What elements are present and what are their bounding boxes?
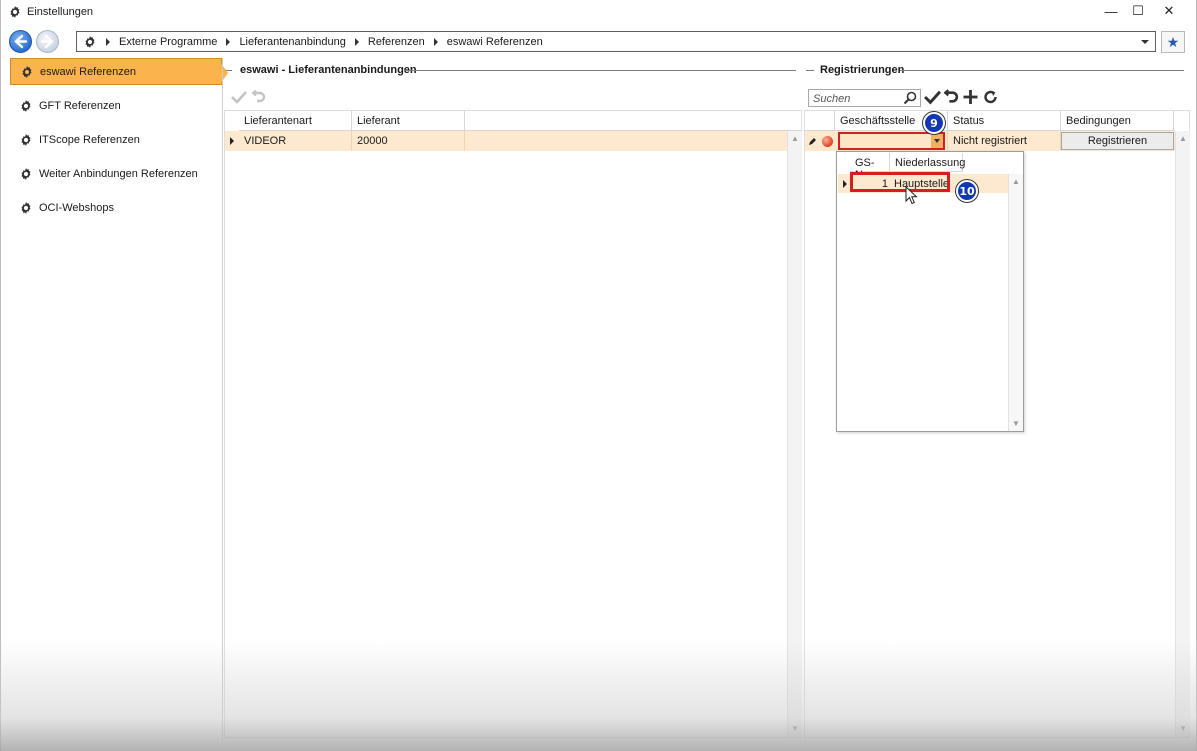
checkmark-icon[interactable] [231,90,247,104]
window-title: Einstellungen [27,6,94,18]
undo-icon[interactable] [944,89,959,105]
gear-icon [21,133,31,146]
chevron-down-icon[interactable]: ▼ [1012,420,1020,428]
sidebar-item-label: Weiter Anbindungen Referenzen [39,167,198,180]
scrollbar[interactable]: ▲ ▼ [1175,131,1190,737]
breadcrumb-item[interactable]: Externe Programme [119,36,217,48]
step-badge-10: 10 [956,180,978,202]
star-icon: ★ [1166,33,1180,50]
column-header-bedingungen[interactable]: Bedingungen [1061,111,1174,131]
chevron-up-icon[interactable]: ▲ [791,135,799,143]
cell-lieferantenart[interactable]: VIDEOR [239,131,352,151]
forward-button[interactable] [36,30,59,53]
sidebar-item-label: GFT Referenzen [39,99,121,112]
chevron-down-icon[interactable] [1141,40,1149,44]
search-input[interactable]: Suchen [808,89,921,107]
column-header-status[interactable]: Status [948,111,1061,131]
cell-lieferant[interactable]: 20000 [352,131,465,151]
breadcrumb-item[interactable]: eswawi Referenzen [447,36,543,48]
chevron-up-icon[interactable]: ▲ [1012,178,1020,186]
gear-icon [21,167,31,180]
sidebar-item-itscope-referenzen[interactable]: ITScope Referenzen [10,126,222,153]
status-dot-icon [820,135,835,147]
chevron-right-icon [106,38,110,46]
chevron-right-icon [354,38,359,46]
dropdown-header: GS-Nr. Niederlassung [850,153,965,181]
undo-icon[interactable] [252,90,266,104]
favorite-button[interactable]: ★ [1161,31,1185,53]
divider [900,70,1184,71]
gear-icon [10,6,20,18]
edit-pencil-icon [805,137,820,146]
breadcrumb[interactable]: Externe Programme Lieferantenanbindung R… [76,31,1156,52]
search-placeholder: Suchen [813,93,851,105]
chevron-right-icon [226,38,231,46]
add-icon[interactable] [962,89,979,105]
column-header-empty [465,111,801,131]
breadcrumb-item[interactable]: Referenzen [368,36,425,48]
divider [806,70,814,71]
arrow-left-icon [14,34,28,49]
section-title-lieferantenanbindungen: eswawi - Lieferantenanbindungen [234,64,423,76]
step-badge-9: 9 [923,112,945,134]
checkmark-icon[interactable] [924,89,941,105]
back-button[interactable] [9,30,32,53]
gear-icon [22,65,32,78]
chevron-down-icon[interactable]: ▼ [1179,725,1187,733]
window-border [0,0,1,751]
grid-header: Lieferantenart Lieferant [239,111,801,131]
section-title-registrierungen: Registrierungen [814,64,911,76]
column-header-lieferant[interactable]: Lieferant [352,111,465,131]
scrollbar[interactable]: ▲ ▼ [787,131,802,737]
column-header-niederlassung: Niederlassung [890,153,965,172]
cell-empty [465,131,788,151]
grid-header: Geschäftsstelle Status Bedingungen [805,111,1175,131]
divider [404,70,796,71]
geschaeftsstelle-combobox[interactable] [838,132,945,150]
cell-status: Nicht registriert [948,131,1061,151]
close-button[interactable]: ✕ [1155,2,1183,20]
chevron-down-icon[interactable]: ▼ [791,725,799,733]
divider [222,58,223,740]
title-bar: Einstellungen — ☐ ✕ [0,0,1197,24]
table-row[interactable]: VIDEOR 20000 [225,131,788,151]
maximize-button[interactable]: ☐ [1124,2,1152,20]
column-header-empty [805,111,835,131]
row-indicator-icon [225,137,239,145]
sidebar: eswawi Referenzen GFT Referenzen ITScope… [8,58,228,738]
refresh-icon[interactable] [982,89,999,105]
arrow-right-icon [40,34,54,49]
register-button[interactable]: Registrieren [1061,132,1174,150]
column-header-gs-nr: GS-Nr. [850,153,890,181]
gear-icon [21,99,31,112]
sidebar-item-label: ITScope Referenzen [39,133,140,146]
sidebar-item-label: OCI-Webshops [39,201,114,214]
sidebar-item-eswawi-referenzen[interactable]: eswawi Referenzen [10,58,228,85]
chevron-down-icon[interactable] [931,134,943,148]
annotation-highlight [850,172,950,192]
geschaeftsstelle-dropdown: GS-Nr. Niederlassung 1 Hauptstelle ▲ ▼ [836,151,1024,432]
mouse-cursor-icon [905,186,918,205]
row-indicator-icon [843,180,847,188]
gear-icon [21,201,31,214]
sidebar-item-weiter-anbindungen[interactable]: Weiter Anbindungen Referenzen [10,160,222,187]
chevron-right-icon [433,38,438,46]
breadcrumb-item[interactable]: Lieferantenanbindung [239,36,345,48]
sidebar-item-label: eswawi Referenzen [40,65,136,78]
sidebar-item-oci-webshops[interactable]: OCI-Webshops [10,194,222,221]
divider [226,70,232,71]
scrollbar[interactable]: ▲ ▼ [1008,174,1023,431]
suppliers-grid: Lieferantenart Lieferant VIDEOR 20000 ▲ … [224,110,802,738]
minimize-button[interactable]: — [1097,2,1125,20]
sidebar-item-gft-referenzen[interactable]: GFT Referenzen [10,92,222,119]
search-icon[interactable] [903,91,917,105]
gear-icon [85,36,95,48]
chevron-up-icon[interactable]: ▲ [1179,135,1187,143]
column-header-lieferantenart[interactable]: Lieferantenart [239,111,352,131]
